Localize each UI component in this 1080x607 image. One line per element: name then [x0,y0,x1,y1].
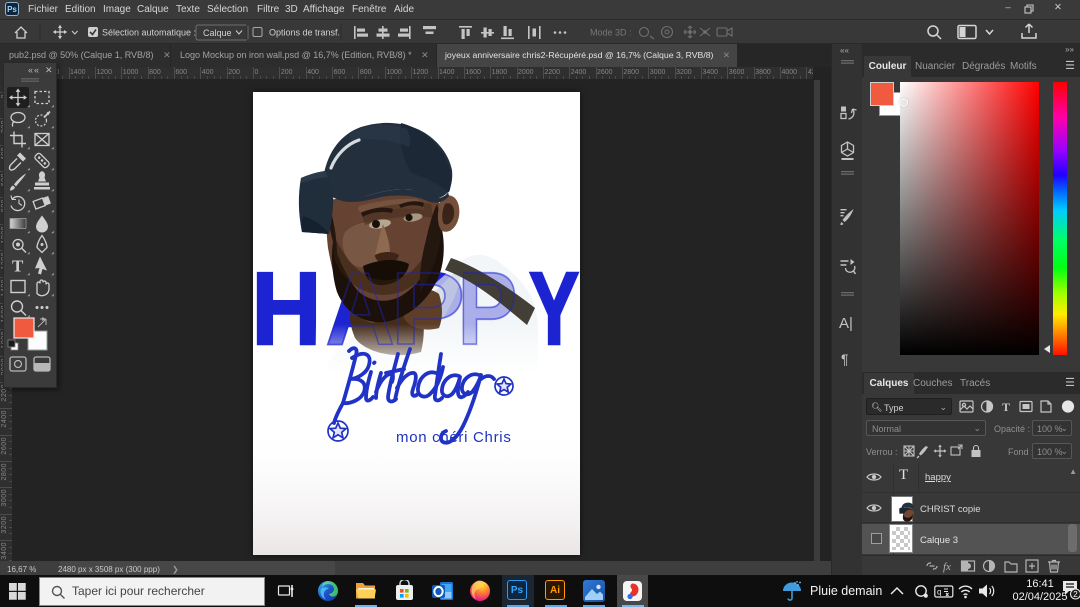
svg-text:Options de transf.: Options de transf. [269,28,340,38]
svg-text:Mode 3D :: Mode 3D : [590,28,632,38]
svg-text:«: « [28,65,33,75]
svg-text:A|: A| [839,315,853,332]
svg-text:««: «« [840,46,849,55]
svg-text:mon chéri Chris: mon chéri Chris [396,429,512,446]
svg-text:P: P [390,250,465,366]
svg-text:✕: ✕ [45,65,53,75]
svg-text:Y: Y [529,251,579,366]
svg-text:«: « [34,65,39,75]
svg-text:Calque: Calque [203,28,232,38]
svg-text:¶: ¶ [841,351,849,367]
svg-text:P: P [457,252,517,366]
svg-text:T: T [12,257,24,276]
svg-text:T: T [1002,400,1010,414]
svg-text:H: H [253,252,321,366]
svg-text:q: q [937,588,941,597]
svg-text:Sélection automatique :: Sélection automatique : [102,28,196,38]
svg-text:A: A [326,252,395,367]
svg-text:fx: fx [943,561,951,573]
svg-text:2: 2 [1073,590,1078,599]
